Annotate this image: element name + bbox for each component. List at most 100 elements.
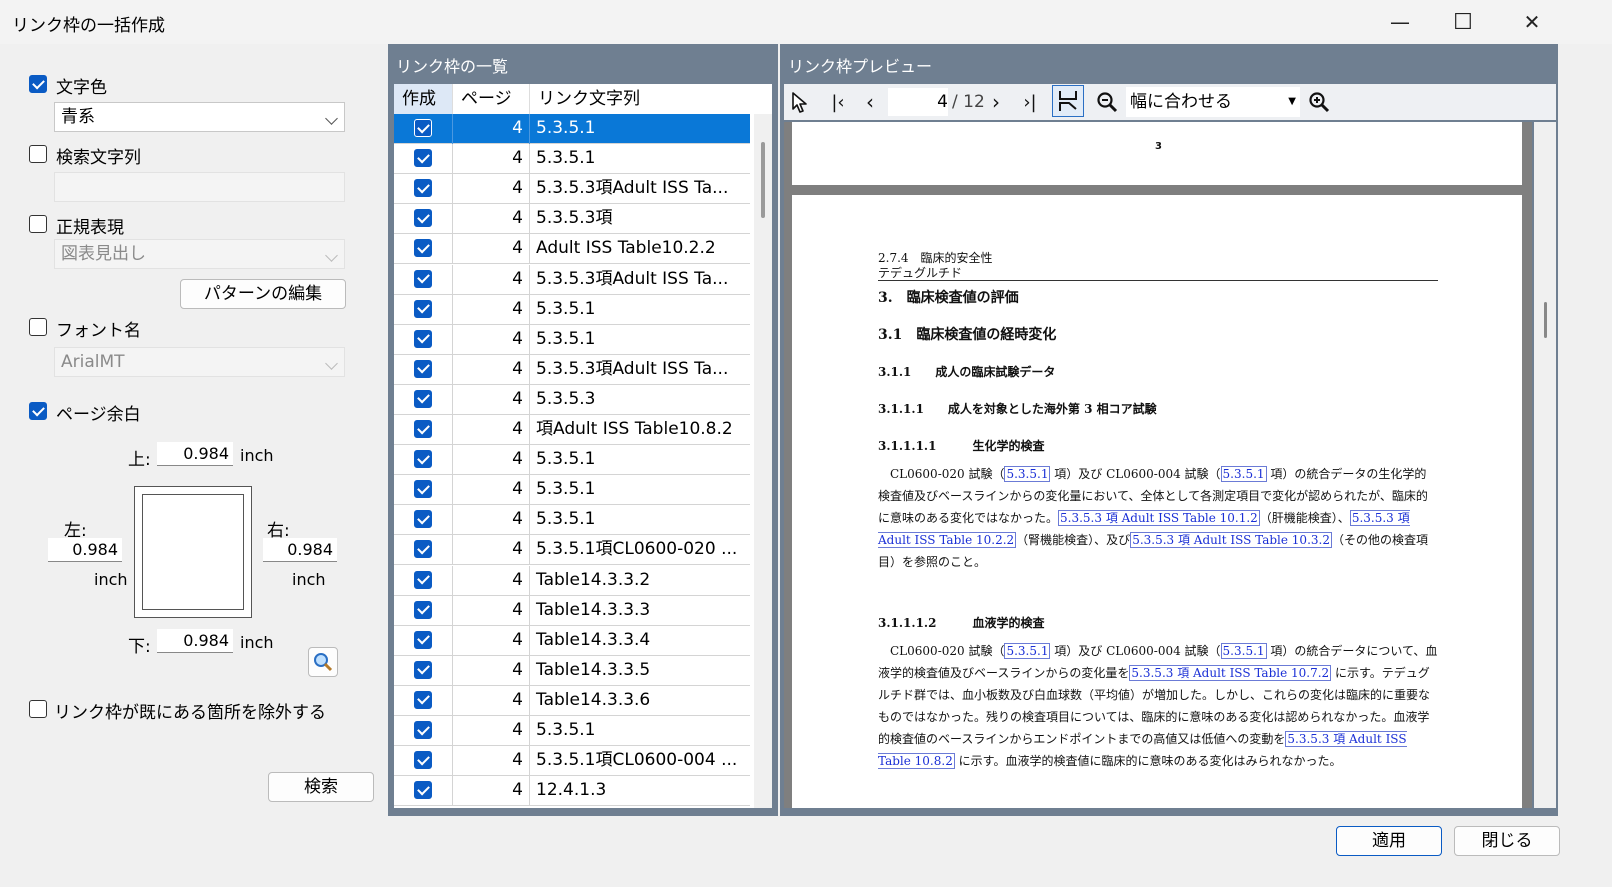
column-create[interactable]: 作成 (394, 84, 453, 114)
link-frame[interactable]: 5.3.5.1 (1004, 643, 1051, 659)
create-checkbox[interactable] (414, 179, 432, 198)
link-text-cell: Table14.3.3.4 (536, 629, 651, 650)
margin-left-input[interactable]: 0.984 (48, 538, 122, 562)
table-row[interactable]: 4 Table14.3.3.4 (394, 625, 750, 656)
page-margin-checkbox[interactable] (29, 402, 47, 420)
column-page[interactable]: ページ (453, 84, 530, 114)
table-row[interactable]: 4 5.3.5.1 (394, 505, 750, 536)
margin-bottom-input[interactable]: 0.984 (157, 629, 233, 653)
create-checkbox[interactable] (414, 450, 432, 469)
regex-pattern-select[interactable]: 図表見出し (54, 239, 345, 269)
create-checkbox[interactable] (414, 389, 432, 408)
search-string-checkbox[interactable] (29, 145, 47, 163)
list-scrollbar-thumb[interactable] (761, 142, 765, 218)
create-checkbox[interactable] (414, 721, 432, 739)
table-row[interactable]: 4 Table14.3.3.2 (394, 565, 750, 596)
link-frame[interactable]: 5.3.5.3 項 Adult ISS Table 10.7.2 (1129, 665, 1332, 681)
table-row[interactable]: 4 5.3.5.1 (394, 294, 750, 325)
create-checkbox[interactable] (414, 329, 432, 348)
select-tool-button[interactable] (786, 88, 814, 116)
create-checkbox[interactable] (414, 781, 432, 800)
create-checkbox[interactable] (414, 359, 432, 378)
table-row[interactable]: 4 5.3.5.3項Adult ISS Ta... (394, 174, 750, 205)
create-checkbox[interactable] (414, 269, 432, 288)
apply-button[interactable]: 適用 (1336, 826, 1442, 856)
create-checkbox[interactable] (414, 630, 432, 649)
link-text-cell: 5.3.5.1 (536, 328, 596, 349)
first-page-button[interactable]: |‹ (824, 88, 852, 116)
column-link-text[interactable]: リンク文字列 (530, 84, 750, 114)
link-frame[interactable]: 5.3.5.3 項 Adult ISS Table 10.3.2 (1130, 532, 1332, 548)
table-row[interactable]: 4 5.3.5.3項Adult ISS Ta... (394, 354, 750, 385)
create-checkbox[interactable] (414, 540, 432, 559)
create-checkbox[interactable] (414, 751, 432, 770)
link-text-cell: 5.3.5.1 (536, 449, 596, 470)
table-row[interactable]: 4 Table14.3.3.3 (394, 595, 750, 626)
table-row[interactable]: 4 5.3.5.3項Adult ISS Ta... (394, 264, 750, 295)
maximize-button[interactable]: ☐ (1433, 0, 1493, 44)
search-string-input[interactable] (54, 172, 345, 202)
link-frame[interactable]: 5.3.5.1 (1220, 643, 1267, 659)
create-checkbox[interactable] (414, 510, 432, 529)
text-color-checkbox[interactable] (29, 75, 47, 93)
table-row[interactable]: 4 5.3.5.1 (394, 475, 750, 506)
create-checkbox[interactable] (414, 690, 432, 709)
preview-scrollbar[interactable] (1534, 122, 1556, 808)
create-cell (394, 354, 453, 385)
edit-pattern-button[interactable]: パターンの編集 (180, 279, 346, 309)
link-text-cell: Table14.3.3.3 (536, 599, 651, 620)
table-row[interactable]: 4 Adult ISS Table10.2.2 (394, 234, 750, 265)
table-row[interactable]: 4 5.3.5.3 (394, 384, 750, 415)
zoom-in-button[interactable] (1304, 88, 1334, 116)
minimize-button[interactable]: — (1370, 0, 1430, 44)
create-checkbox[interactable] (414, 420, 432, 438)
table-row[interactable]: 4 5.3.5.1 (394, 716, 750, 746)
create-checkbox[interactable] (414, 480, 432, 499)
document-preview[interactable]: 3 2.7.4 臨床的安全性 テデュグルチド 3. 臨床検査値の評価 3.1 臨… (784, 122, 1532, 808)
close-button[interactable]: 閉じる (1454, 826, 1560, 856)
last-page-button[interactable]: ›| (1016, 88, 1044, 116)
fit-width-toggle[interactable] (1052, 85, 1084, 117)
table-row[interactable]: 4 5.3.5.1 (394, 445, 750, 476)
create-cell (394, 234, 453, 265)
font-name-select[interactable]: ArialMT (54, 347, 345, 377)
table-row[interactable]: 4 5.3.5.1 (394, 324, 750, 355)
margin-right-input[interactable]: 0.984 (263, 538, 337, 562)
text-color-select[interactable]: 青系 (54, 102, 345, 132)
table-row[interactable]: 4 5.3.5.3項 (394, 204, 750, 235)
text-color-value: 青系 (61, 107, 95, 127)
margin-preview-button[interactable] (308, 647, 338, 677)
next-page-button[interactable]: › (984, 88, 1008, 116)
search-button[interactable]: 検索 (268, 772, 374, 802)
table-row[interactable]: 4 項Adult ISS Table10.8.2 (394, 415, 750, 445)
table-row[interactable]: 4 5.3.5.1 (394, 114, 750, 144)
create-checkbox[interactable] (414, 299, 432, 318)
zoom-out-button[interactable] (1092, 88, 1122, 116)
table-row[interactable]: 4 5.3.5.1 (394, 144, 750, 175)
table-row[interactable]: 4 Table14.3.3.5 (394, 655, 750, 686)
table-row[interactable]: 4 5.3.5.1項CL0600-020 ... (394, 535, 750, 566)
close-window-button[interactable]: ✕ (1502, 0, 1562, 44)
margin-top-input[interactable]: 0.984 (157, 442, 233, 466)
create-checkbox[interactable] (414, 119, 432, 137)
table-row[interactable]: 4 12.4.1.3 (394, 776, 750, 807)
page-number-input[interactable]: 4 (888, 88, 948, 116)
preview-scrollbar-thumb[interactable] (1544, 302, 1547, 338)
regex-checkbox[interactable] (29, 215, 47, 233)
table-row[interactable]: 4 Table14.3.3.6 (394, 685, 750, 716)
create-checkbox[interactable] (414, 570, 432, 589)
prev-page-button[interactable]: ‹ (858, 88, 882, 116)
link-frame[interactable]: 5.3.5.3 項 Adult ISS Table 10.1.2 (1058, 510, 1260, 526)
link-frame[interactable]: 5.3.5.1 (1220, 466, 1267, 482)
create-checkbox[interactable] (414, 239, 432, 258)
list-scrollbar[interactable] (754, 114, 772, 808)
create-checkbox[interactable] (414, 600, 432, 619)
link-frame[interactable]: 5.3.5.1 (1004, 466, 1051, 482)
table-row[interactable]: 4 5.3.5.1項CL0600-004 ... (394, 746, 750, 777)
create-checkbox[interactable] (414, 660, 432, 679)
exclude-existing-checkbox[interactable] (29, 700, 47, 718)
zoom-mode-select[interactable]: 幅に合わせる ▼ (1126, 87, 1300, 117)
create-checkbox[interactable] (414, 209, 432, 228)
create-checkbox[interactable] (414, 149, 432, 168)
font-name-checkbox[interactable] (29, 318, 47, 336)
